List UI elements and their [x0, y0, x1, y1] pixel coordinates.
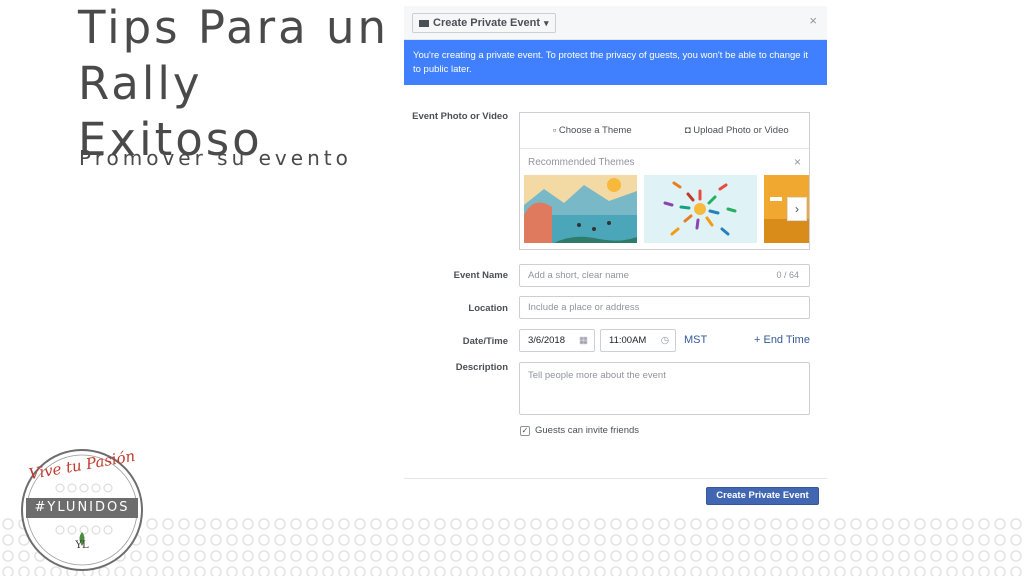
- create-event-dialog: Create Private Event ▾ × You're creating…: [404, 6, 827, 513]
- footer-divider: [404, 478, 827, 479]
- date-input[interactable]: 3/6/2018 ▦: [519, 329, 595, 352]
- photo-tabs: ▫ Choose a Theme ◘ Upload Photo or Video: [520, 113, 809, 149]
- theme-thumbnail-landscape[interactable]: [524, 175, 637, 243]
- date-time-label: Date/Time: [462, 336, 508, 347]
- clock-icon: ◷: [660, 335, 669, 346]
- vive-tu-pasion-logo: Vive tu Pasión #YLUNIDOS YL: [20, 447, 144, 572]
- event-type-label: Create Private Event: [433, 17, 540, 29]
- envelope-icon: [419, 19, 429, 27]
- privacy-banner: You're creating a private event. To prot…: [404, 40, 827, 85]
- recommended-themes-label: Recommended Themes: [528, 157, 635, 168]
- upload-photo-tab[interactable]: ◘ Upload Photo or Video: [665, 113, 810, 148]
- date-value: 3/6/2018: [528, 335, 565, 346]
- end-time-link[interactable]: + End Time: [754, 334, 810, 346]
- location-input[interactable]: Include a place or address: [519, 296, 810, 319]
- character-counter: 0 / 64: [776, 270, 799, 280]
- event-type-dropdown[interactable]: Create Private Event ▾: [412, 13, 556, 33]
- guests-invite-checkbox[interactable]: ✓: [520, 426, 530, 436]
- event-photo-picker: ▫ Choose a Theme ◘ Upload Photo or Video…: [519, 112, 810, 250]
- dialog-header: Create Private Event ▾ ×: [404, 6, 827, 40]
- choose-theme-tab[interactable]: ▫ Choose a Theme: [520, 113, 665, 148]
- close-icon[interactable]: ×: [809, 13, 817, 28]
- event-name-placeholder: Add a short, clear name: [528, 270, 629, 281]
- theme-icon: ▫: [552, 125, 557, 136]
- camera-icon: ◘: [684, 125, 691, 136]
- theme-thumbnail-confetti[interactable]: [644, 175, 757, 243]
- description-textarea[interactable]: Tell people more about the event: [519, 362, 810, 415]
- time-input[interactable]: 11:00AM ◷: [600, 329, 676, 352]
- description-placeholder: Tell people more about the event: [528, 370, 666, 381]
- chevron-right-icon[interactable]: ›: [787, 197, 807, 221]
- timezone-label: MST: [684, 334, 708, 346]
- logo-hashtag: #YLUNIDOS: [26, 498, 138, 518]
- chevron-down-icon: ▾: [544, 18, 549, 28]
- description-label: Description: [455, 362, 508, 373]
- guests-invite-label: Guests can invite friends: [535, 425, 640, 436]
- close-icon[interactable]: ×: [794, 155, 801, 169]
- location-label: Location: [468, 303, 508, 314]
- logo-yl-mark: YL: [75, 540, 89, 551]
- event-name-label: Event Name: [453, 270, 508, 281]
- calendar-icon: ▦: [579, 335, 588, 346]
- event-photo-label: Event Photo or Video: [412, 111, 508, 122]
- create-private-event-button[interactable]: Create Private Event: [706, 487, 819, 505]
- choose-theme-label: Choose a Theme: [558, 125, 632, 136]
- slide-title-line-1: Tips Para un: [78, 1, 390, 54]
- time-value: 11:00AM: [609, 335, 647, 346]
- event-name-input[interactable]: Add a short, clear name 0 / 64: [519, 264, 810, 287]
- slide-subtitle: Promover su evento: [79, 146, 352, 170]
- upload-photo-label: Upload Photo or Video: [693, 125, 789, 136]
- location-placeholder: Include a place or address: [528, 302, 640, 313]
- slide-title: Tips Para un Rally Exitoso: [78, 0, 398, 168]
